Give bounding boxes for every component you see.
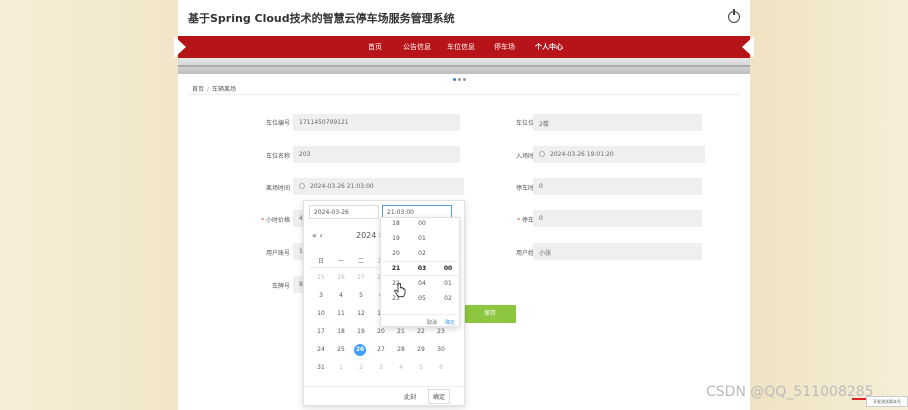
- breadcrumb-current: 车辆离场: [212, 86, 237, 93]
- parking-pos-field: 2楼: [533, 114, 702, 131]
- minute-option[interactable]: 02: [409, 246, 435, 261]
- nav-item-parking-info[interactable]: 车位信息: [447, 42, 475, 52]
- calendar-day[interactable]: 2: [355, 362, 367, 374]
- calendar-day[interactable]: 31: [315, 362, 327, 374]
- second-option-selected[interactable]: 00: [435, 261, 459, 276]
- calendar-day[interactable]: 6: [435, 362, 447, 374]
- background-left: [0, 0, 178, 410]
- calendar-day[interactable]: 29: [415, 344, 427, 356]
- prev-year-month-icon[interactable]: « ‹: [312, 231, 323, 240]
- nav-item-parking-lot[interactable]: 停车场: [494, 42, 515, 52]
- entry-time-field: 2024-03-26 19:01:20: [533, 146, 705, 163]
- plate-label: 车牌号: [271, 283, 290, 290]
- calendar-day-selected[interactable]: 26: [354, 344, 366, 356]
- time-cancel-button[interactable]: 取消: [427, 319, 437, 326]
- calendar-day[interactable]: 28: [395, 344, 407, 356]
- clock-icon: [299, 183, 305, 189]
- hand-cursor-icon: [394, 283, 406, 298]
- picker-date-input[interactable]: 2024-03-26: [309, 205, 379, 219]
- time-ok-button[interactable]: 确定: [445, 319, 455, 326]
- minute-option-selected[interactable]: 03: [409, 261, 435, 276]
- calendar-day[interactable]: 21: [395, 326, 407, 338]
- hourly-price-label: * 小时价格: [261, 217, 290, 224]
- background-right: [750, 0, 908, 410]
- calendar-day[interactable]: 30: [435, 344, 447, 356]
- breadcrumb-home[interactable]: 首页: [192, 86, 204, 93]
- calendar-day[interactable]: 10: [315, 308, 327, 320]
- breadcrumb: 首页 / 车辆离场: [192, 86, 237, 93]
- clock-icon: [539, 151, 545, 157]
- second-option[interactable]: 01: [435, 276, 459, 291]
- carousel-dot[interactable]: [463, 78, 466, 81]
- system-title: 基于Spring Cloud技术的智慧云停车场服务管理系统: [188, 12, 455, 25]
- calendar-day[interactable]: 5: [415, 362, 427, 374]
- leave-time-label: 离场时间: [265, 185, 290, 192]
- calendar-day[interactable]: 25: [335, 344, 347, 356]
- corner-badge: 开发测试版本号: [866, 396, 908, 407]
- calendar-day[interactable]: 19: [355, 326, 367, 338]
- leave-time-field[interactable]: 2024-03-26 21:03:00: [293, 178, 464, 195]
- calendar-day[interactable]: 27: [375, 344, 387, 356]
- carousel-dot[interactable]: [453, 78, 456, 81]
- duration-field: 0: [533, 178, 702, 195]
- parking-name-label: 车位名称: [265, 153, 290, 160]
- confirm-button[interactable]: 确定: [428, 389, 451, 404]
- nav-item-home[interactable]: 首页: [368, 42, 382, 52]
- now-button[interactable]: 此刻: [404, 392, 416, 401]
- hour-option[interactable]: 19: [383, 231, 409, 246]
- calendar-day[interactable]: 20: [375, 326, 387, 338]
- second-column[interactable]: 00 01 02: [435, 218, 459, 306]
- parking-no-field: 1711450799121: [293, 114, 460, 131]
- second-option[interactable]: 02: [435, 291, 459, 306]
- user-name-field: 小张: [533, 243, 702, 260]
- second-option[interactable]: [435, 246, 459, 261]
- calendar-day[interactable]: 4: [395, 362, 407, 374]
- calendar-day[interactable]: 1: [335, 362, 347, 374]
- fee-field[interactable]: 0: [533, 210, 702, 227]
- calendar-day[interactable]: 24: [315, 344, 327, 356]
- parking-no-label: 车位编号: [265, 120, 290, 127]
- calendar-day[interactable]: 17: [315, 326, 327, 338]
- second-option[interactable]: [435, 218, 459, 231]
- calendar-day[interactable]: 12: [355, 308, 367, 320]
- calendar-day[interactable]: 4: [335, 290, 347, 302]
- calendar-day[interactable]: 5: [355, 290, 367, 302]
- user-account-label: 用户账号: [265, 250, 290, 257]
- calendar-day[interactable]: 27: [355, 272, 367, 284]
- calendar-day[interactable]: 3: [375, 362, 387, 374]
- calendar-day[interactable]: 22: [415, 326, 427, 338]
- weekday-label: 日: [317, 258, 324, 265]
- carousel-dots[interactable]: [453, 66, 468, 85]
- top-nav: 首页 公告信息 车位信息 停车场 个人中心: [174, 36, 754, 58]
- nav-item-profile[interactable]: 个人中心: [535, 42, 563, 52]
- minute-option[interactable]: 00: [409, 218, 435, 231]
- nav-item-notice[interactable]: 公告信息: [403, 42, 431, 52]
- main-page: 基于Spring Cloud技术的智慧云停车场服务管理系统 首页 公告信息 车位…: [174, 0, 754, 410]
- calendar-day[interactable]: 25: [315, 272, 327, 284]
- minute-option[interactable]: 04: [409, 276, 435, 291]
- calendar-day[interactable]: 26: [335, 272, 347, 284]
- minute-option[interactable]: 01: [409, 231, 435, 246]
- carousel-dot[interactable]: [458, 78, 461, 81]
- hour-option[interactable]: 20: [383, 246, 409, 261]
- weekday-label: 一: [337, 258, 344, 265]
- power-icon[interactable]: [728, 9, 740, 23]
- hour-option[interactable]: 18: [383, 218, 409, 231]
- hour-option-selected[interactable]: 21: [383, 261, 409, 276]
- divider: [188, 94, 740, 95]
- minute-option[interactable]: 05: [409, 291, 435, 306]
- calendar-day[interactable]: 18: [335, 326, 347, 338]
- weekday-label: 二: [357, 258, 364, 265]
- minute-column[interactable]: 00 01 02 03 04 05: [409, 218, 435, 306]
- second-option[interactable]: [435, 231, 459, 246]
- calendar-day[interactable]: 3: [315, 290, 327, 302]
- watermark: CSDN @QQ_511008285: [706, 384, 874, 400]
- parking-name-field: 203: [293, 146, 460, 163]
- time-panel: 18 19 20 21 22 23 00 01 02 03 04 05 00 0…: [380, 217, 460, 327]
- calendar-day[interactable]: 23: [435, 326, 447, 338]
- calendar-day[interactable]: 11: [335, 308, 347, 320]
- save-button[interactable]: 保存: [464, 305, 516, 323]
- corner-mark: [852, 398, 866, 403]
